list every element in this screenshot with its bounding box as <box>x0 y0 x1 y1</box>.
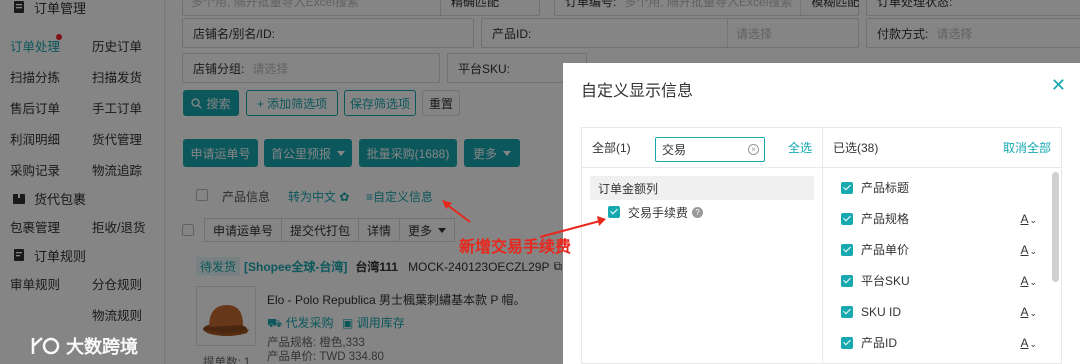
selected-item-label: SKU ID <box>861 304 902 319</box>
font-style-icon[interactable]: A⌄ <box>1020 305 1037 319</box>
selected-count: 已选(38) <box>833 141 879 155</box>
option-label: 交易手续费 <box>628 205 689 220</box>
select-all-link[interactable]: 全选 <box>788 139 812 156</box>
selected-item[interactable]: 产品ID A⌄ <box>823 327 1061 358</box>
selected-item-label: 产品ID <box>861 336 898 350</box>
custom-display-dialog: 自定义显示信息 ✕ 全部(1) 交易 × 全选 订单金额列 交易手续费 ? 已选… <box>563 63 1080 364</box>
checkbox-checked-icon[interactable] <box>841 305 853 318</box>
available-fields-panel: 全部(1) 交易 × 全选 订单金额列 交易手续费 ? <box>581 127 823 364</box>
field-search-value: 交易 <box>662 143 687 157</box>
font-style-icon[interactable]: A⌄ <box>1020 274 1037 288</box>
selected-item[interactable]: SKU ID A⌄ <box>823 296 1061 327</box>
selected-fields-panel: 已选(38) 取消全部 产品标题 产品规格 A⌄ 产品单价 A⌄ 平台SKU A⌄ S… <box>822 127 1062 364</box>
selected-item-label: 产品标题 <box>861 181 910 195</box>
selected-item[interactable]: 产品单价 A⌄ <box>823 234 1061 265</box>
selected-item[interactable]: 平台SKU A⌄ <box>823 265 1061 296</box>
clear-all-link[interactable]: 取消全部 <box>1003 139 1051 156</box>
clear-icon[interactable]: × <box>748 144 759 155</box>
checkbox-checked-icon[interactable] <box>841 212 853 225</box>
watermark-text: 大数跨境 <box>66 337 138 357</box>
selected-item[interactable]: 产品标题 <box>823 172 1061 203</box>
watermark: 大数跨境 <box>30 333 138 359</box>
font-style-icon[interactable]: A⌄ <box>1020 212 1037 226</box>
selected-item-label: 平台SKU <box>861 274 910 288</box>
checkbox-checked-icon[interactable] <box>841 243 853 256</box>
group-header: 订单金额列 <box>590 176 814 200</box>
field-search-input[interactable]: 交易 × <box>655 137 765 162</box>
help-icon[interactable]: ? <box>692 206 704 218</box>
available-count: 全部(1) <box>592 141 631 155</box>
checkbox-checked-icon[interactable] <box>841 274 853 287</box>
checkbox-checked-icon[interactable] <box>608 206 620 218</box>
annotation-text: 新增交易手续费 <box>459 239 572 256</box>
selected-item[interactable]: 产品规格 A⌄ <box>823 203 1061 234</box>
dialog-title: 自定义显示信息 <box>581 83 694 100</box>
watermark-logo-icon <box>31 337 60 355</box>
font-style-icon[interactable]: A⌄ <box>1020 336 1037 350</box>
option-transaction-fee[interactable]: 交易手续费 ? <box>582 200 822 224</box>
selected-item-label: 产品单价 <box>861 243 910 257</box>
font-style-icon[interactable]: A⌄ <box>1020 243 1037 257</box>
selected-item-label: 产品规格 <box>861 212 910 226</box>
scrollbar[interactable] <box>1052 172 1059 282</box>
checkbox-checked-icon[interactable] <box>841 336 853 349</box>
close-icon[interactable]: ✕ <box>1051 75 1066 96</box>
checkbox-checked-icon[interactable] <box>841 181 853 194</box>
